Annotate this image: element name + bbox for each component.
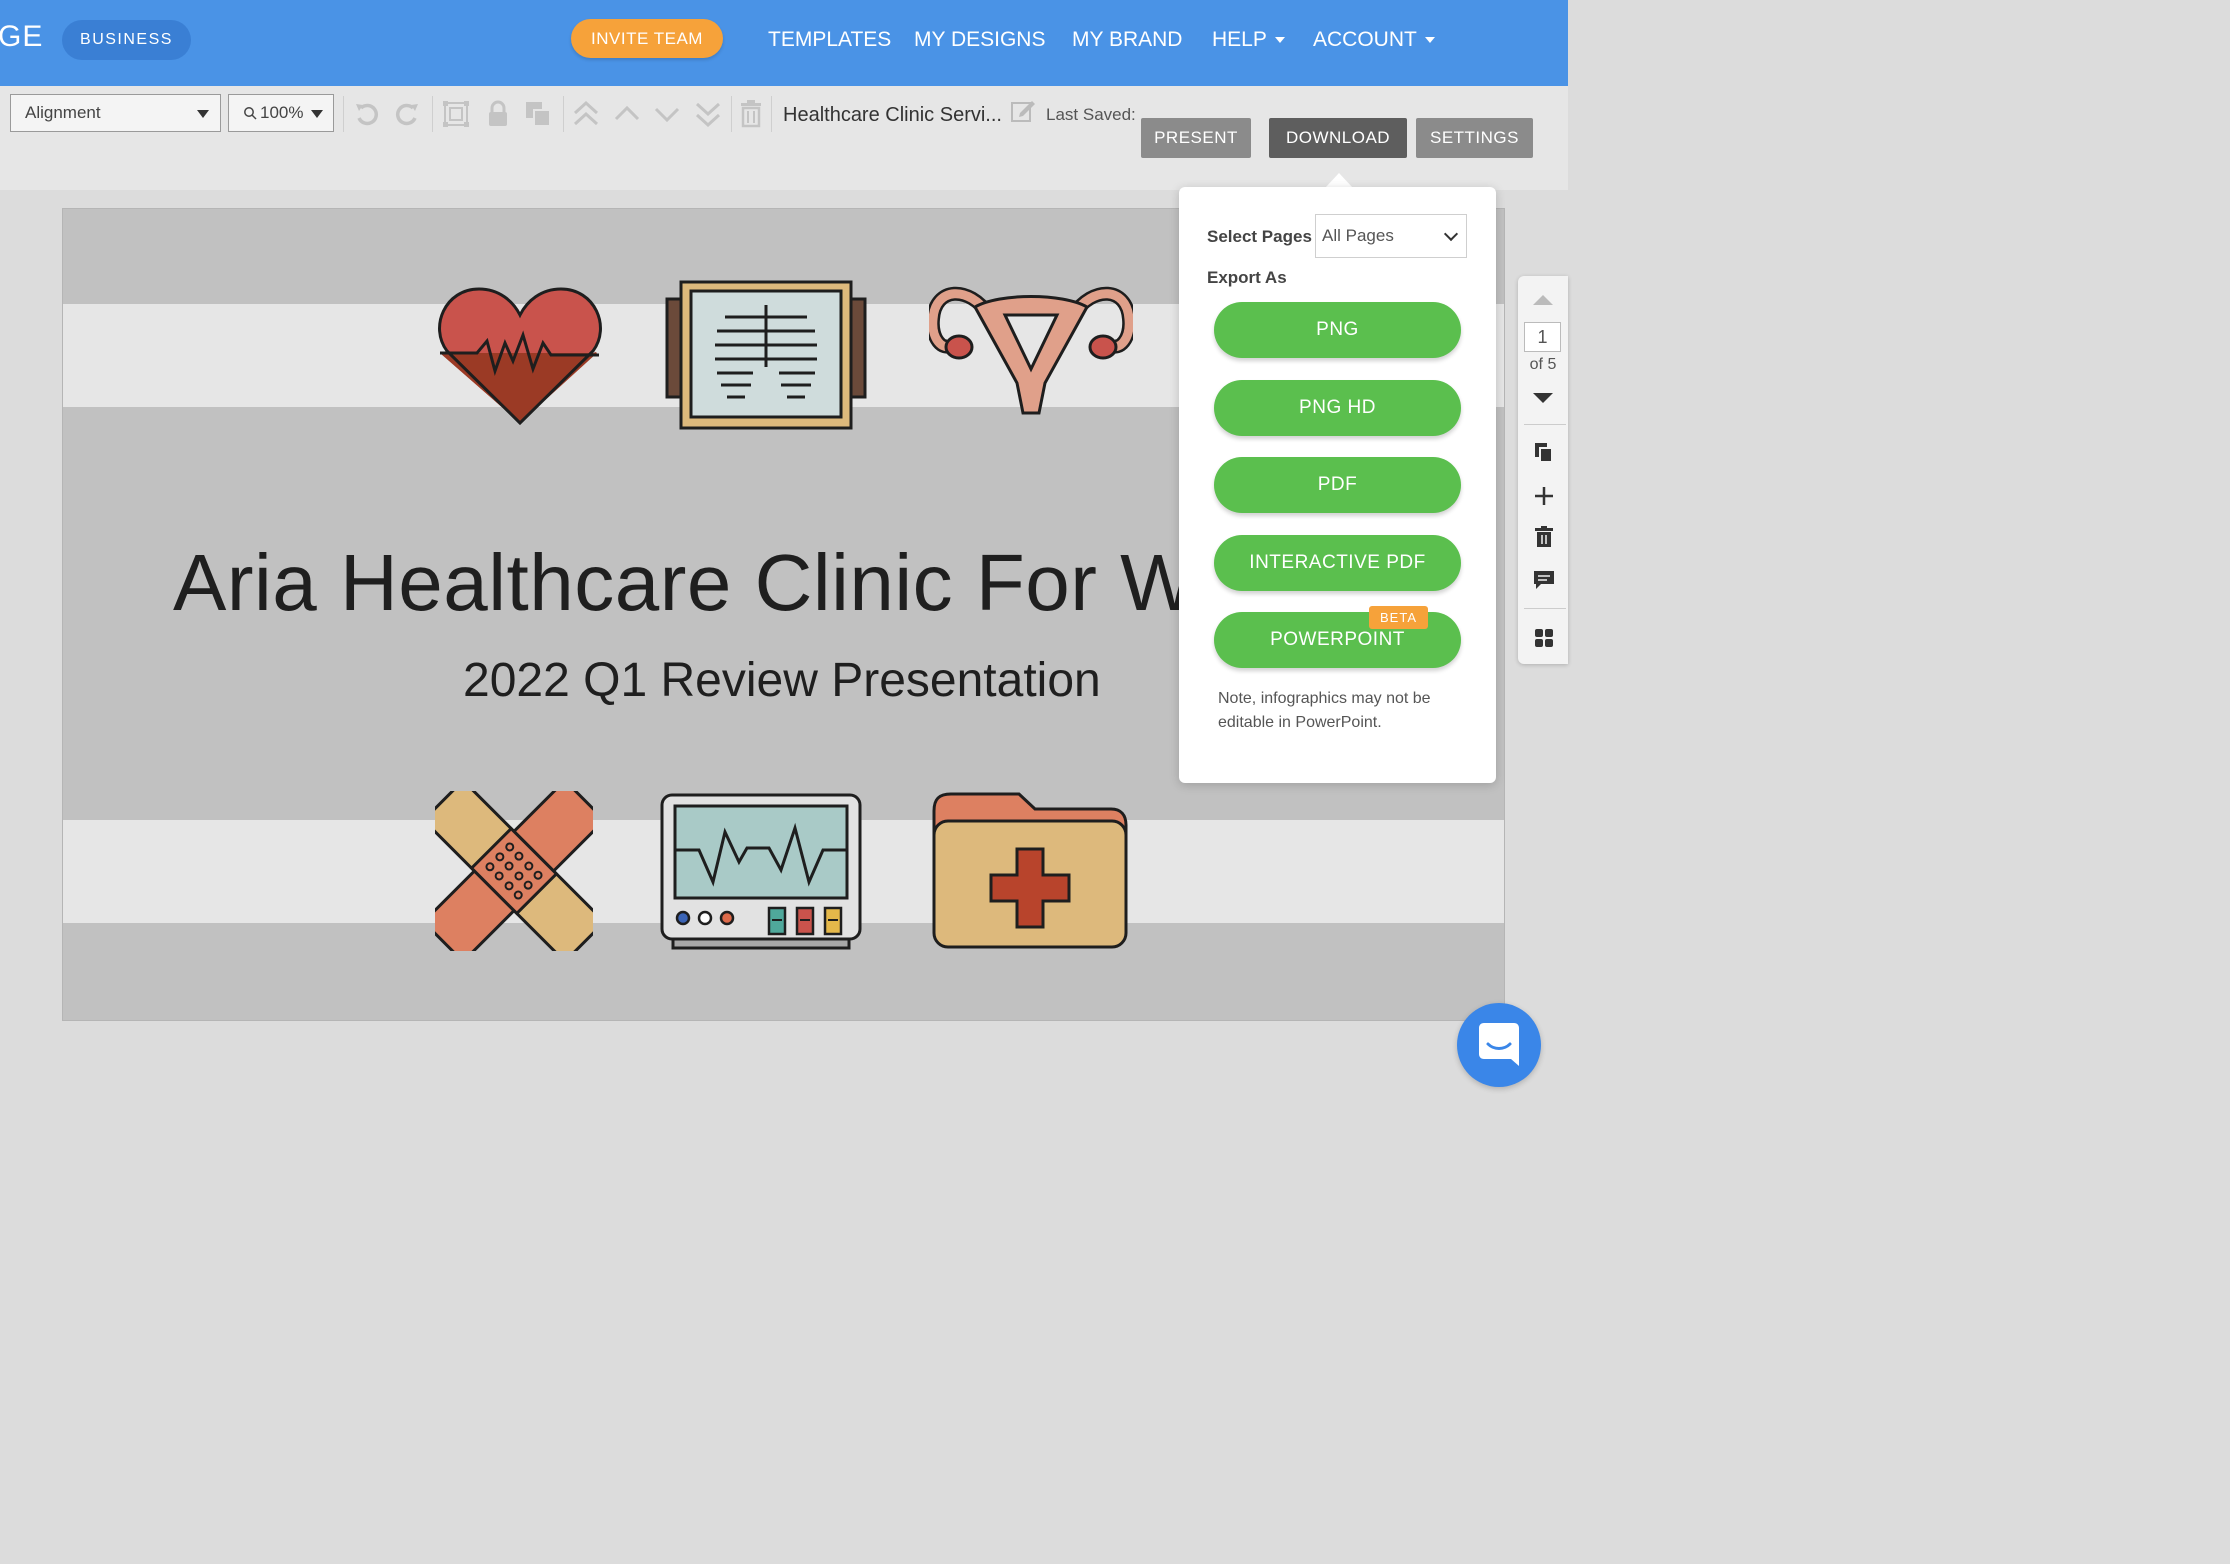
send-to-back-icon[interactable] — [694, 100, 722, 128]
add-page-icon[interactable] — [1534, 486, 1554, 506]
delete-page-icon[interactable] — [1535, 526, 1553, 548]
lock-icon[interactable] — [486, 100, 510, 128]
page-number-input[interactable]: 1 — [1524, 322, 1561, 352]
toolbar-divider — [771, 96, 772, 132]
panel-divider — [1524, 608, 1566, 609]
toolbar-divider — [343, 96, 344, 132]
uterus-icon[interactable] — [929, 279, 1133, 421]
alignment-select-value: Alignment — [25, 103, 101, 122]
export-as-label: Export As — [1207, 268, 1287, 287]
bandage-icon[interactable] — [435, 791, 593, 951]
document-title[interactable]: Healthcare Clinic Servi... — [783, 104, 1002, 127]
heart-monitor-icon[interactable] — [659, 792, 863, 952]
send-backward-icon[interactable] — [653, 100, 681, 128]
export-pdf-button[interactable]: PDF — [1214, 457, 1461, 513]
top-nav-bar: GE BUSINESS INVITE TEAM TEMPLATES MY DES… — [0, 0, 1568, 86]
nav-templates[interactable]: TEMPLATES — [768, 28, 891, 52]
edit-icon[interactable] — [1010, 99, 1036, 123]
toolbar-divider — [731, 96, 732, 132]
page-down-icon[interactable] — [1532, 392, 1554, 404]
popup-arrow — [1325, 173, 1353, 188]
xray-icon[interactable] — [665, 279, 867, 431]
slide-title[interactable]: Aria Healthcare Clinic For W — [173, 537, 1196, 629]
comment-icon[interactable] — [1533, 570, 1555, 590]
export-png-hd-button[interactable]: PNG HD — [1214, 380, 1461, 436]
toolbar-divider — [432, 96, 433, 132]
nav-account[interactable]: ACCOUNT — [1313, 28, 1435, 52]
duplicate-icon[interactable] — [524, 100, 552, 128]
toolbar-divider — [563, 96, 564, 132]
trash-icon[interactable] — [740, 100, 762, 128]
invite-team-button[interactable]: INVITE TEAM — [571, 19, 723, 58]
alignment-select[interactable]: Alignment — [10, 94, 221, 132]
page-up-icon[interactable] — [1532, 294, 1554, 306]
search-icon — [244, 107, 257, 120]
nav-help-label: HELP — [1212, 28, 1267, 51]
dropdown-arrow-icon — [311, 110, 323, 118]
present-button[interactable]: PRESENT — [1141, 118, 1251, 158]
medical-folder-icon[interactable] — [931, 791, 1129, 951]
settings-button[interactable]: SETTINGS — [1416, 118, 1533, 158]
heart-rate-icon[interactable] — [437, 285, 603, 427]
nav-account-label: ACCOUNT — [1313, 28, 1417, 51]
export-png-button[interactable]: PNG — [1214, 302, 1461, 358]
dropdown-arrow-icon — [197, 110, 209, 118]
logo[interactable]: GE — [0, 20, 43, 54]
nav-help[interactable]: HELP — [1212, 28, 1285, 52]
powerpoint-note: Note, infographics may not be editable i… — [1218, 690, 1431, 731]
grid-view-icon[interactable] — [1534, 628, 1554, 648]
group-icon[interactable] — [442, 100, 470, 128]
select-pages-label: Select Pages — [1207, 227, 1312, 246]
select-pages-value: All Pages — [1322, 226, 1394, 245]
redo-icon[interactable] — [393, 100, 421, 128]
chevron-down-icon — [1274, 37, 1285, 44]
nav-my-brand[interactable]: MY BRAND — [1072, 28, 1182, 52]
bring-to-front-icon[interactable] — [572, 100, 600, 128]
chat-icon — [1479, 1023, 1519, 1066]
page-count: of 5 — [1529, 356, 1557, 373]
chevron-down-icon — [1424, 37, 1435, 44]
page-navigator: 1 of 5 — [1518, 276, 1568, 664]
chevron-down-icon — [1443, 226, 1459, 242]
zoom-select-value: 100% — [260, 103, 304, 122]
last-saved-label: Last Saved: — [1046, 105, 1136, 124]
download-panel: Select Pages All Pages Export As PNG PNG… — [1179, 187, 1496, 783]
plan-badge[interactable]: BUSINESS — [62, 20, 191, 60]
copy-page-icon[interactable] — [1534, 442, 1554, 464]
export-interactive-pdf-button[interactable]: INTERACTIVE PDF — [1214, 535, 1461, 591]
chat-button[interactable] — [1457, 1003, 1541, 1087]
undo-icon[interactable] — [353, 100, 381, 128]
slide-subtitle[interactable]: 2022 Q1 Review Presentation — [463, 653, 1101, 708]
bring-forward-icon[interactable] — [613, 100, 641, 128]
beta-badge: BETA — [1369, 606, 1428, 629]
nav-my-designs[interactable]: MY DESIGNS — [914, 28, 1045, 52]
zoom-select[interactable]: 100% — [228, 94, 334, 132]
download-button[interactable]: DOWNLOAD — [1269, 118, 1407, 158]
panel-divider — [1524, 424, 1566, 425]
select-pages-dropdown[interactable]: All Pages — [1315, 214, 1467, 258]
